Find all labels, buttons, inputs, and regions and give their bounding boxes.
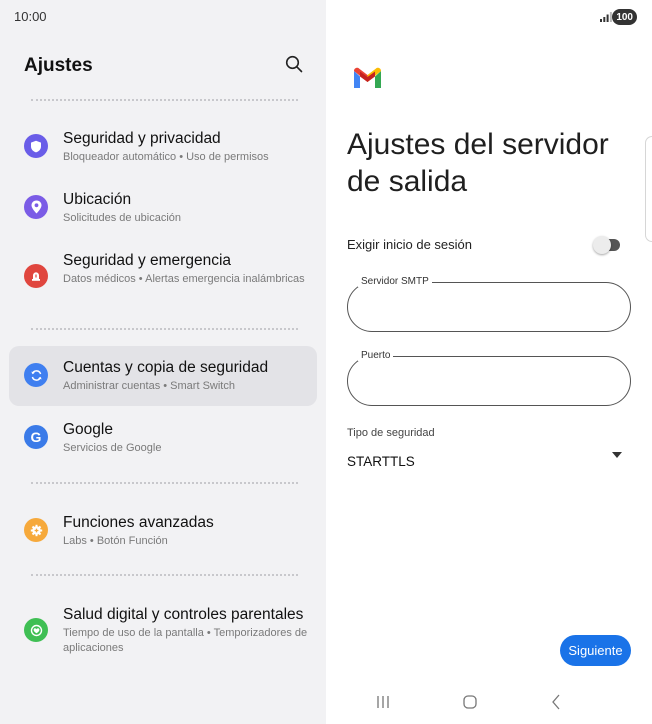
- settings-title: Ajustes: [24, 55, 93, 76]
- google-icon: G: [24, 425, 48, 449]
- recents-nav-icon[interactable]: [376, 692, 390, 712]
- settings-item-title: Funciones avanzadas: [63, 514, 214, 531]
- search-icon[interactable]: [284, 54, 304, 74]
- signal-icon: [600, 12, 612, 22]
- settings-item-title: Salud digital y controles parentales: [63, 606, 304, 623]
- gear-plus-icon: [24, 518, 48, 542]
- settings-item-safety-emergency[interactable]: Seguridad y emergencia Datos médicos • A…: [9, 248, 317, 312]
- toggle-knob: [593, 236, 611, 254]
- divider: [31, 482, 298, 484]
- shield-icon: [24, 134, 48, 158]
- require-login-toggle[interactable]: [593, 236, 620, 254]
- divider: [31, 328, 298, 330]
- port-input[interactable]: [364, 369, 614, 393]
- page-title: Ajustes del servidor de salida: [347, 128, 609, 198]
- smtp-server-input[interactable]: [364, 295, 614, 319]
- heart-circle-icon: [24, 618, 48, 642]
- settings-item-accounts-backup[interactable]: Cuentas y copia de seguridad Administrar…: [9, 346, 317, 406]
- battery-badge: 100: [612, 9, 637, 25]
- settings-item-subtitle: Datos médicos • Alertas emergencia inalá…: [63, 273, 305, 285]
- settings-pane: 10:00 Ajustes Seguridad y privacidad Blo…: [0, 0, 326, 724]
- settings-item-google[interactable]: G Google Servicios de Google: [9, 417, 317, 465]
- home-nav-icon[interactable]: [463, 692, 477, 712]
- port-label: Puerto: [358, 350, 394, 361]
- settings-item-subtitle: Tiempo de uso de la pantalla • Temporiza…: [63, 627, 308, 654]
- port-field[interactable]: Puerto: [347, 350, 631, 406]
- dropdown-arrow-icon[interactable]: [612, 452, 622, 458]
- settings-item-title: Ubicación: [63, 191, 132, 208]
- status-time: 10:00: [14, 9, 47, 24]
- settings-item-title: Seguridad y emergencia: [63, 252, 232, 269]
- gmail-logo-icon: [354, 67, 381, 88]
- require-login-label: Exigir inicio de sesión: [347, 237, 473, 252]
- settings-item-digital-wellbeing[interactable]: Salud digital y controles parentales Tie…: [9, 602, 317, 666]
- side-panel-handle[interactable]: [645, 136, 652, 242]
- divider: [31, 574, 298, 576]
- settings-item-subtitle: Solicitudes de ubicación: [63, 212, 182, 224]
- smtp-server-field[interactable]: Servidor SMTP: [347, 276, 631, 332]
- settings-item-subtitle: Bloqueador automático • Uso de permisos: [63, 151, 269, 163]
- settings-item-title: Seguridad y privacidad: [63, 130, 221, 147]
- location-pin-icon: [24, 195, 48, 219]
- back-nav-icon[interactable]: [551, 692, 561, 712]
- settings-item-subtitle: Administrar cuentas • Smart Switch: [63, 380, 235, 392]
- security-type-label: Tipo de seguridad: [347, 427, 435, 439]
- security-type-select[interactable]: STARTTLS: [347, 454, 415, 469]
- smtp-server-label: Servidor SMTP: [358, 276, 432, 287]
- sync-icon: [24, 363, 48, 387]
- settings-item-subtitle: Labs • Botón Función: [63, 535, 168, 547]
- settings-item-subtitle: Servicios de Google: [63, 442, 162, 454]
- settings-item-security-privacy[interactable]: Seguridad y privacidad Bloqueador automá…: [9, 126, 317, 174]
- settings-item-advanced-features[interactable]: Funciones avanzadas Labs • Botón Función: [9, 510, 317, 558]
- divider: [31, 99, 298, 101]
- emergency-siren-icon: [24, 264, 48, 288]
- settings-item-title: Cuentas y copia de seguridad: [63, 359, 269, 376]
- next-button[interactable]: Siguiente: [560, 635, 631, 666]
- settings-item-title: Google: [63, 421, 113, 438]
- settings-item-location[interactable]: Ubicación Solicitudes de ubicación: [9, 187, 317, 235]
- outgoing-server-pane: 100 Ajustes del servidor de salida Exigi…: [326, 0, 652, 724]
